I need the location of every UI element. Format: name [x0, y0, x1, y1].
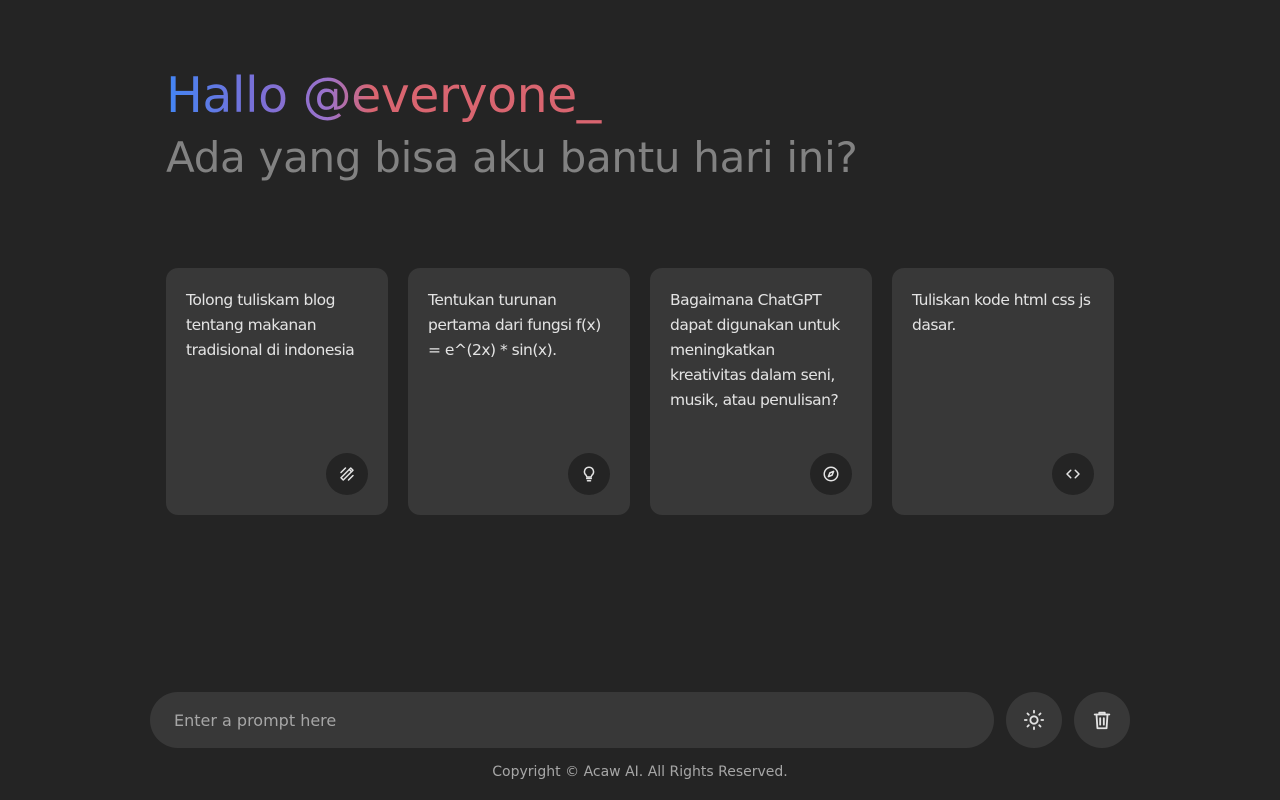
greeting-title: Hallo @everyone_ [166, 66, 626, 126]
lightbulb-icon [568, 453, 610, 495]
trash-icon [1093, 711, 1111, 730]
delete-chat-button[interactable] [1074, 692, 1130, 748]
header: Hallo @everyone_ Ada yang bisa aku bantu… [166, 66, 1126, 184]
sun-icon [1023, 709, 1045, 731]
suggestion-text: Tolong tuliskam blog tentang makanan tra… [186, 291, 355, 359]
suggestion-card[interactable]: Tentukan turunan pertama dari fungsi f(x… [408, 268, 630, 515]
theme-toggle-button[interactable] [1006, 692, 1062, 748]
compass-icon [810, 453, 852, 495]
suggestion-text: Bagaimana ChatGPT dapat digunakan untuk … [670, 291, 840, 409]
draw-icon [326, 453, 368, 495]
suggestion-card[interactable]: Tolong tuliskam blog tentang makanan tra… [166, 268, 388, 515]
code-icon [1052, 453, 1094, 495]
greeting-subtitle: Ada yang bisa aku bantu hari ini? [166, 133, 858, 182]
prompt-input[interactable] [150, 692, 994, 748]
suggestion-text: Tentukan turunan pertama dari fungsi f(x… [428, 291, 601, 359]
suggestion-list: Tolong tuliskam blog tentang makanan tra… [166, 268, 1114, 515]
prompt-form [150, 692, 1130, 748]
suggestion-card[interactable]: Tuliskan kode html css js dasar. [892, 268, 1114, 515]
suggestion-text: Tuliskan kode html css js dasar. [912, 291, 1091, 334]
footer-copyright: Copyright © Acaw AI. All Rights Reserved… [492, 764, 788, 780]
suggestion-card[interactable]: Bagaimana ChatGPT dapat digunakan untuk … [650, 268, 872, 515]
